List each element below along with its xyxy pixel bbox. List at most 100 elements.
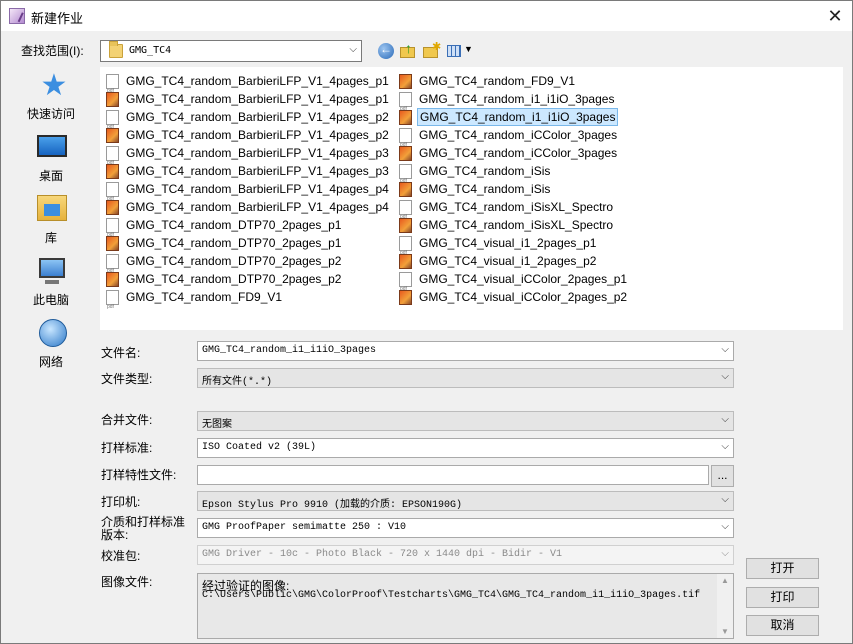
look-in-dropdown[interactable]: GMG_TC4 ⌵: [100, 40, 362, 62]
place-label: 库: [44, 231, 57, 245]
title-bar: 新建作业 ✕: [1, 1, 852, 31]
pdf-file-icon: [399, 200, 412, 226]
image-file-icon: [106, 272, 119, 287]
look-in-value: GMG_TC4: [129, 45, 172, 56]
open-button[interactable]: 打开: [746, 558, 819, 579]
pdf-file-icon: [106, 218, 119, 244]
new-job-dialog: 新建作业 ✕ 查找范围(I): GMG_TC4 ⌵ ↑ ✱ ▼ ★ 快速访问 桌…: [0, 0, 853, 644]
desktop-icon: [37, 135, 67, 157]
vertical-scrollbar[interactable]: ▲ ▼: [717, 574, 733, 638]
place-network[interactable]: 网络: [6, 315, 96, 375]
proof-characteristic-label: 打样特性文件:: [101, 468, 177, 482]
chevron-down-icon: ⌵: [349, 44, 357, 55]
computer-icon: [39, 258, 65, 284]
merge-label: 合并文件:: [101, 413, 153, 427]
image-file-icon: [399, 110, 412, 125]
image-file-icon: [106, 164, 119, 179]
file-name: GMG_TC4_random_i1_i1iO_3pages: [419, 92, 615, 106]
file-name: GMG_TC4_visual_iCColor_2pages_p1: [419, 272, 628, 286]
file-list[interactable]: GMG_TC4_random_BarbieriLFP_V1_4pages_p1 G…: [100, 67, 843, 330]
file-name: GMG_TC4_visual_iCColor_2pages_p2: [419, 290, 628, 304]
network-icon: [39, 319, 67, 347]
media-combo[interactable]: GMG ProofPaper semimatte 250 : V10 ⌵: [197, 518, 734, 538]
image-path: C:\Users\Public\GMG\ColorProof\Testchart…: [202, 590, 701, 601]
image-file-icon: [106, 236, 119, 251]
pdf-file-icon: [106, 290, 119, 316]
image-file-icon: [399, 254, 412, 269]
printer-value: Epson Stylus Pro 9910 (加载的介质: EPSON190G): [202, 500, 463, 511]
view-grid-icon: [447, 45, 461, 57]
file-name: GMG_TC4_random_iSis: [419, 182, 551, 196]
cancel-button[interactable]: 取消: [746, 615, 819, 636]
filename-value: GMG_TC4_random_i1_i1iO_3pages: [202, 345, 377, 356]
media-value: GMG ProofPaper semimatte 250 : V10: [202, 522, 407, 533]
calibration-label: 校准包:: [101, 549, 141, 563]
proof-standard-combo[interactable]: ISO Coated v2 (39L) ⌵: [197, 438, 734, 458]
file-name: GMG_TC4_random_iSis: [419, 164, 551, 178]
star-icon: ★: [40, 69, 68, 102]
file-name: GMG_TC4_random_BarbieriLFP_V1_4pages_p3: [126, 146, 389, 160]
merge-select[interactable]: 无图案 ⌵: [197, 411, 734, 431]
file-name: GMG_TC4_visual_i1_2pages_p1: [419, 236, 597, 250]
close-button[interactable]: ✕: [822, 3, 848, 29]
calibration-combo: GMG Driver - 10c - Photo Black - 720 x 1…: [197, 545, 734, 565]
app-icon: [9, 8, 25, 24]
file-name: GMG_TC4_random_iSisXL_Spectro: [419, 218, 614, 232]
pdf-file-icon: [106, 146, 119, 172]
printer-select[interactable]: Epson Stylus Pro 9910 (加载的介质: EPSON190G)…: [197, 491, 734, 511]
view-menu-button[interactable]: ▼: [446, 41, 474, 61]
place-desktop[interactable]: 桌面: [6, 129, 96, 189]
filetype-label: 文件类型:: [101, 372, 153, 386]
file-name: GMG_TC4_random_BarbieriLFP_V1_4pages_p1: [126, 74, 389, 88]
place-label: 此电脑: [32, 293, 69, 307]
file-name: GMG_TC4_random_BarbieriLFP_V1_4pages_p2: [126, 128, 389, 142]
file-name: GMG_TC4_random_FD9_V1: [126, 290, 283, 304]
proof-standard-value: ISO Coated v2 (39L): [202, 442, 317, 453]
image-file-icon: [399, 218, 412, 233]
file-name: GMG_TC4_random_DTP70_2pages_p1: [126, 236, 342, 250]
image-file-icon: [106, 128, 119, 143]
place-label: 桌面: [38, 169, 63, 183]
browse-button[interactable]: ...: [711, 465, 734, 487]
file-name: GMG_TC4_random_iCColor_3pages: [419, 146, 618, 160]
file-name: GMG_TC4_visual_i1_2pages_p2: [419, 254, 597, 268]
new-folder-button[interactable]: ✱: [422, 41, 442, 61]
printer-label: 打印机:: [101, 495, 141, 509]
up-arrow-icon: ↑: [405, 40, 412, 56]
image-file-label: 图像文件:: [101, 575, 153, 589]
back-button[interactable]: [376, 41, 396, 61]
place-quick-access[interactable]: ★ 快速访问: [6, 67, 96, 127]
window-title: 新建作业: [31, 11, 84, 26]
pdf-file-icon: [399, 128, 412, 154]
chevron-down-icon: ⌵: [721, 371, 729, 382]
up-folder-button[interactable]: ↑: [399, 40, 419, 61]
sparkle-icon: ✱: [432, 41, 442, 53]
chevron-down-icon: ⌵: [721, 494, 729, 505]
image-file-icon: [399, 146, 412, 161]
image-file-icon: [399, 182, 412, 197]
image-file-icon: [106, 92, 119, 107]
place-this-pc[interactable]: 此电脑: [6, 253, 96, 313]
file-name: GMG_TC4_random_DTP70_2pages_p1: [126, 218, 342, 232]
scroll-down-icon: ▼: [721, 627, 729, 636]
file-name: GMG_TC4_random_FD9_V1: [419, 74, 576, 88]
proof-characteristic-input[interactable]: [197, 465, 709, 485]
filename-label: 文件名:: [101, 346, 141, 360]
merge-value: 无图案: [202, 420, 232, 431]
folder-icon: [109, 41, 123, 58]
filetype-select[interactable]: 所有文件(*.*) ⌵: [197, 368, 734, 388]
pdf-file-icon: [106, 74, 119, 100]
file-name: GMG_TC4_random_BarbieriLFP_V1_4pages_p4: [126, 182, 389, 196]
pdf-file-icon: [399, 92, 412, 118]
filename-combo[interactable]: GMG_TC4_random_i1_i1iO_3pages ⌵: [197, 341, 734, 361]
library-icon: [37, 195, 67, 221]
file-name: GMG_TC4_random_BarbieriLFP_V1_4pages_p3: [126, 164, 389, 178]
print-button[interactable]: 打印: [746, 587, 819, 608]
file-name: GMG_TC4_random_iSisXL_Spectro: [419, 200, 614, 214]
file-name: GMG_TC4_random_DTP70_2pages_p2: [126, 272, 342, 286]
back-icon: [378, 42, 394, 59]
place-library[interactable]: 库: [6, 191, 96, 251]
image-file-icon: [399, 74, 412, 89]
place-label: 快速访问: [26, 107, 75, 121]
pdf-file-icon: [399, 272, 412, 298]
